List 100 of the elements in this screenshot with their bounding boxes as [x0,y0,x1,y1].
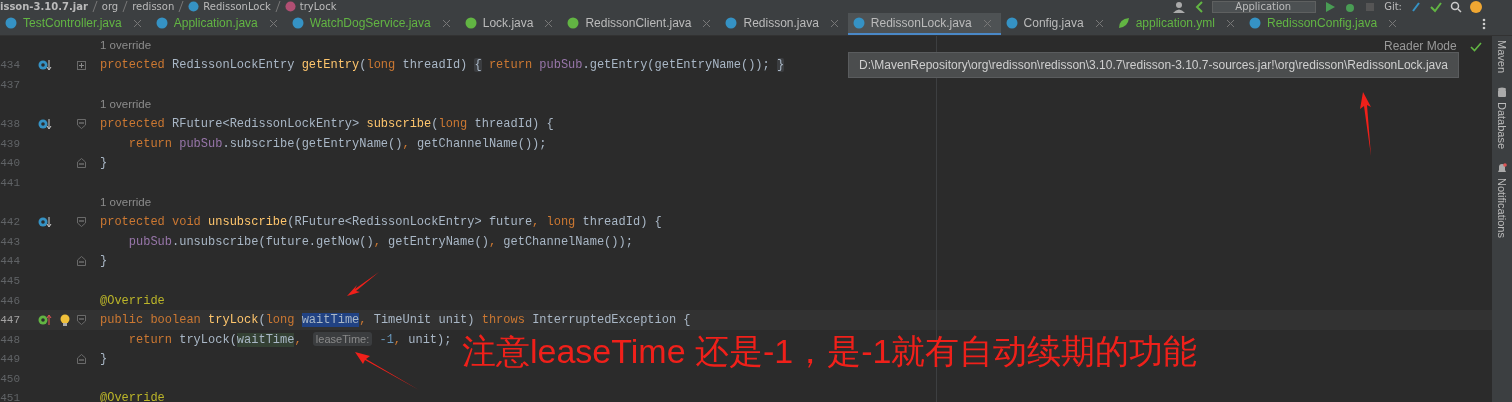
line-number: 439 [0,137,20,150]
class-file-icon [464,17,477,29]
fold-end-icon[interactable] [77,354,86,365]
close-icon[interactable] [1227,19,1234,27]
tool-window-button[interactable]: Database [1496,87,1508,150]
override-count-hint[interactable]: 1 override [100,195,152,208]
more-options-icon[interactable] [1482,18,1486,30]
code-line: return pubSub.subscribe(getEntryName(), getChannelName()); [127,136,547,151]
breadcrumb-item[interactable]: org [101,0,119,13]
overridden-method-icon[interactable] [38,118,52,131]
lightbulb-icon[interactable] [60,313,70,327]
leaf-file-icon [1117,17,1130,29]
tool-window-button[interactable]: Maven [1496,40,1508,74]
fold-end-icon[interactable] [77,158,86,169]
bell-icon [1497,163,1507,175]
close-icon[interactable] [442,19,450,27]
implementing-method-icon[interactable] [38,314,52,327]
class-file-icon [1249,17,1261,29]
line-number: 442 [0,216,20,229]
code-line: } [100,254,108,269]
editor-tab[interactable]: Lock.java [459,13,563,35]
overridden-method-icon[interactable] [38,216,52,229]
close-icon[interactable] [133,19,141,27]
code-line: public boolean tryLock(long waitTime, TimeUnit unit) throws InterruptedException { [100,313,691,328]
class-file-icon [1005,17,1018,29]
line-number: 446 [0,294,20,307]
fold-expand-icon[interactable] [77,60,86,70]
line-number: 443 [0,235,20,248]
separator-icon [274,1,281,12]
line-number: 445 [0,274,20,287]
separator-icon [91,1,98,12]
fold-collapse-icon[interactable] [77,217,86,228]
code-line: } [100,156,108,171]
line-number: 449 [0,353,20,366]
run-configuration-dropdown[interactable]: Application [1212,0,1317,13]
class-file-icon [291,17,304,29]
user-icon[interactable] [1172,0,1187,13]
check-icon[interactable] [1430,0,1442,13]
override-count-hint[interactable]: 1 override [100,97,152,110]
class-icon [188,1,200,12]
line-number: 444 [0,255,20,268]
code-line: pubSub.unsubscribe(future.getNow(), getEntryName(), getChannelName()); [127,234,633,249]
editor-tab[interactable]: application.yml [1112,13,1244,35]
tool-window-button[interactable]: Notifications [1496,163,1508,239]
close-icon[interactable] [703,19,711,27]
line-number: 441 [0,176,20,189]
method-icon [284,1,296,12]
line-number: 448 [0,333,20,346]
check-icon [1470,42,1482,52]
overridden-method-icon[interactable] [38,59,52,72]
code-line: @Override [100,293,165,308]
class-file-icon [852,17,865,29]
close-icon[interactable] [545,19,553,27]
line-number: 447 [0,314,20,327]
class-file-icon [567,17,580,29]
reader-mode-link[interactable]: Reader Mode [1384,39,1457,53]
override-count-hint[interactable]: 1 override [100,38,152,51]
breadcrumb-item[interactable]: redisson [132,0,175,13]
database-icon [1497,87,1507,99]
code-line: } [100,352,108,367]
code-line: return tryLock(waitTime, leaseTime: -1, unit); [127,332,452,347]
code-line: protected void unsubscribe(RFuture<RedissonLockEntry> future, long threadId) { [100,215,662,230]
class-file-icon [5,17,17,29]
breadcrumb-item[interactable]: tryLock [299,0,337,13]
search-icon[interactable] [1450,0,1462,13]
fold-collapse-icon[interactable] [77,315,86,326]
editor-tab[interactable]: RedissonClient.java [562,13,721,35]
breadcrumb-item[interactable]: isson-3.10.7.jar [0,0,88,13]
stop-icon[interactable] [1364,0,1377,13]
close-icon[interactable] [830,19,838,27]
editor-tab[interactable]: Redisson.java [720,13,848,35]
file-path-tooltip: D:\MavenRepository\org\redisson\redisson\3.10.7\redisson-3.10.7-sources.jar!\org\redisson\RedissonLock.java [848,52,1459,78]
editor-tab[interactable]: RedissonConfig.java [1244,13,1407,35]
git-label: Git: [1384,0,1402,13]
close-icon[interactable] [269,19,277,27]
class-file-icon [725,17,738,29]
editor-tab[interactable]: Config.java [1000,13,1113,35]
line-number: 450 [0,372,20,385]
code-line: protected RFuture<RedissonLockEntry> subscribe(long threadId) { [100,117,554,132]
leaf-file-icon [155,17,168,29]
close-icon[interactable] [1095,19,1103,27]
breadcrumb-item[interactable]: RedissonLock [203,0,271,13]
editor-tab[interactable]: RedissonLock.java [847,13,1001,35]
line-number: 440 [0,157,20,170]
line-number: 451 [0,392,20,402]
fold-collapse-icon[interactable] [77,119,86,130]
fold-end-icon[interactable] [77,256,86,267]
close-icon[interactable] [983,19,991,27]
editor-tab[interactable]: Application.java [150,13,287,35]
editor-tab[interactable]: TestController.java [0,13,151,35]
editor-tab[interactable]: WatchDogService.java [286,13,460,35]
separator-icon [122,1,129,12]
line-number: 437 [0,79,20,91]
separator-icon [178,1,185,12]
code-line: protected RedissonLockEntry getEntry(long threadId) { return pubSub.getEntry(getEntryName()); } [100,58,785,73]
line-number: 434 [0,59,20,72]
line-number: 438 [0,118,20,131]
update-badge-icon[interactable] [1470,0,1482,13]
close-icon[interactable] [1389,19,1397,27]
annotation-text: 注意leaseTime 还是-1，是-1就有自动续期的功能 [462,331,1198,372]
